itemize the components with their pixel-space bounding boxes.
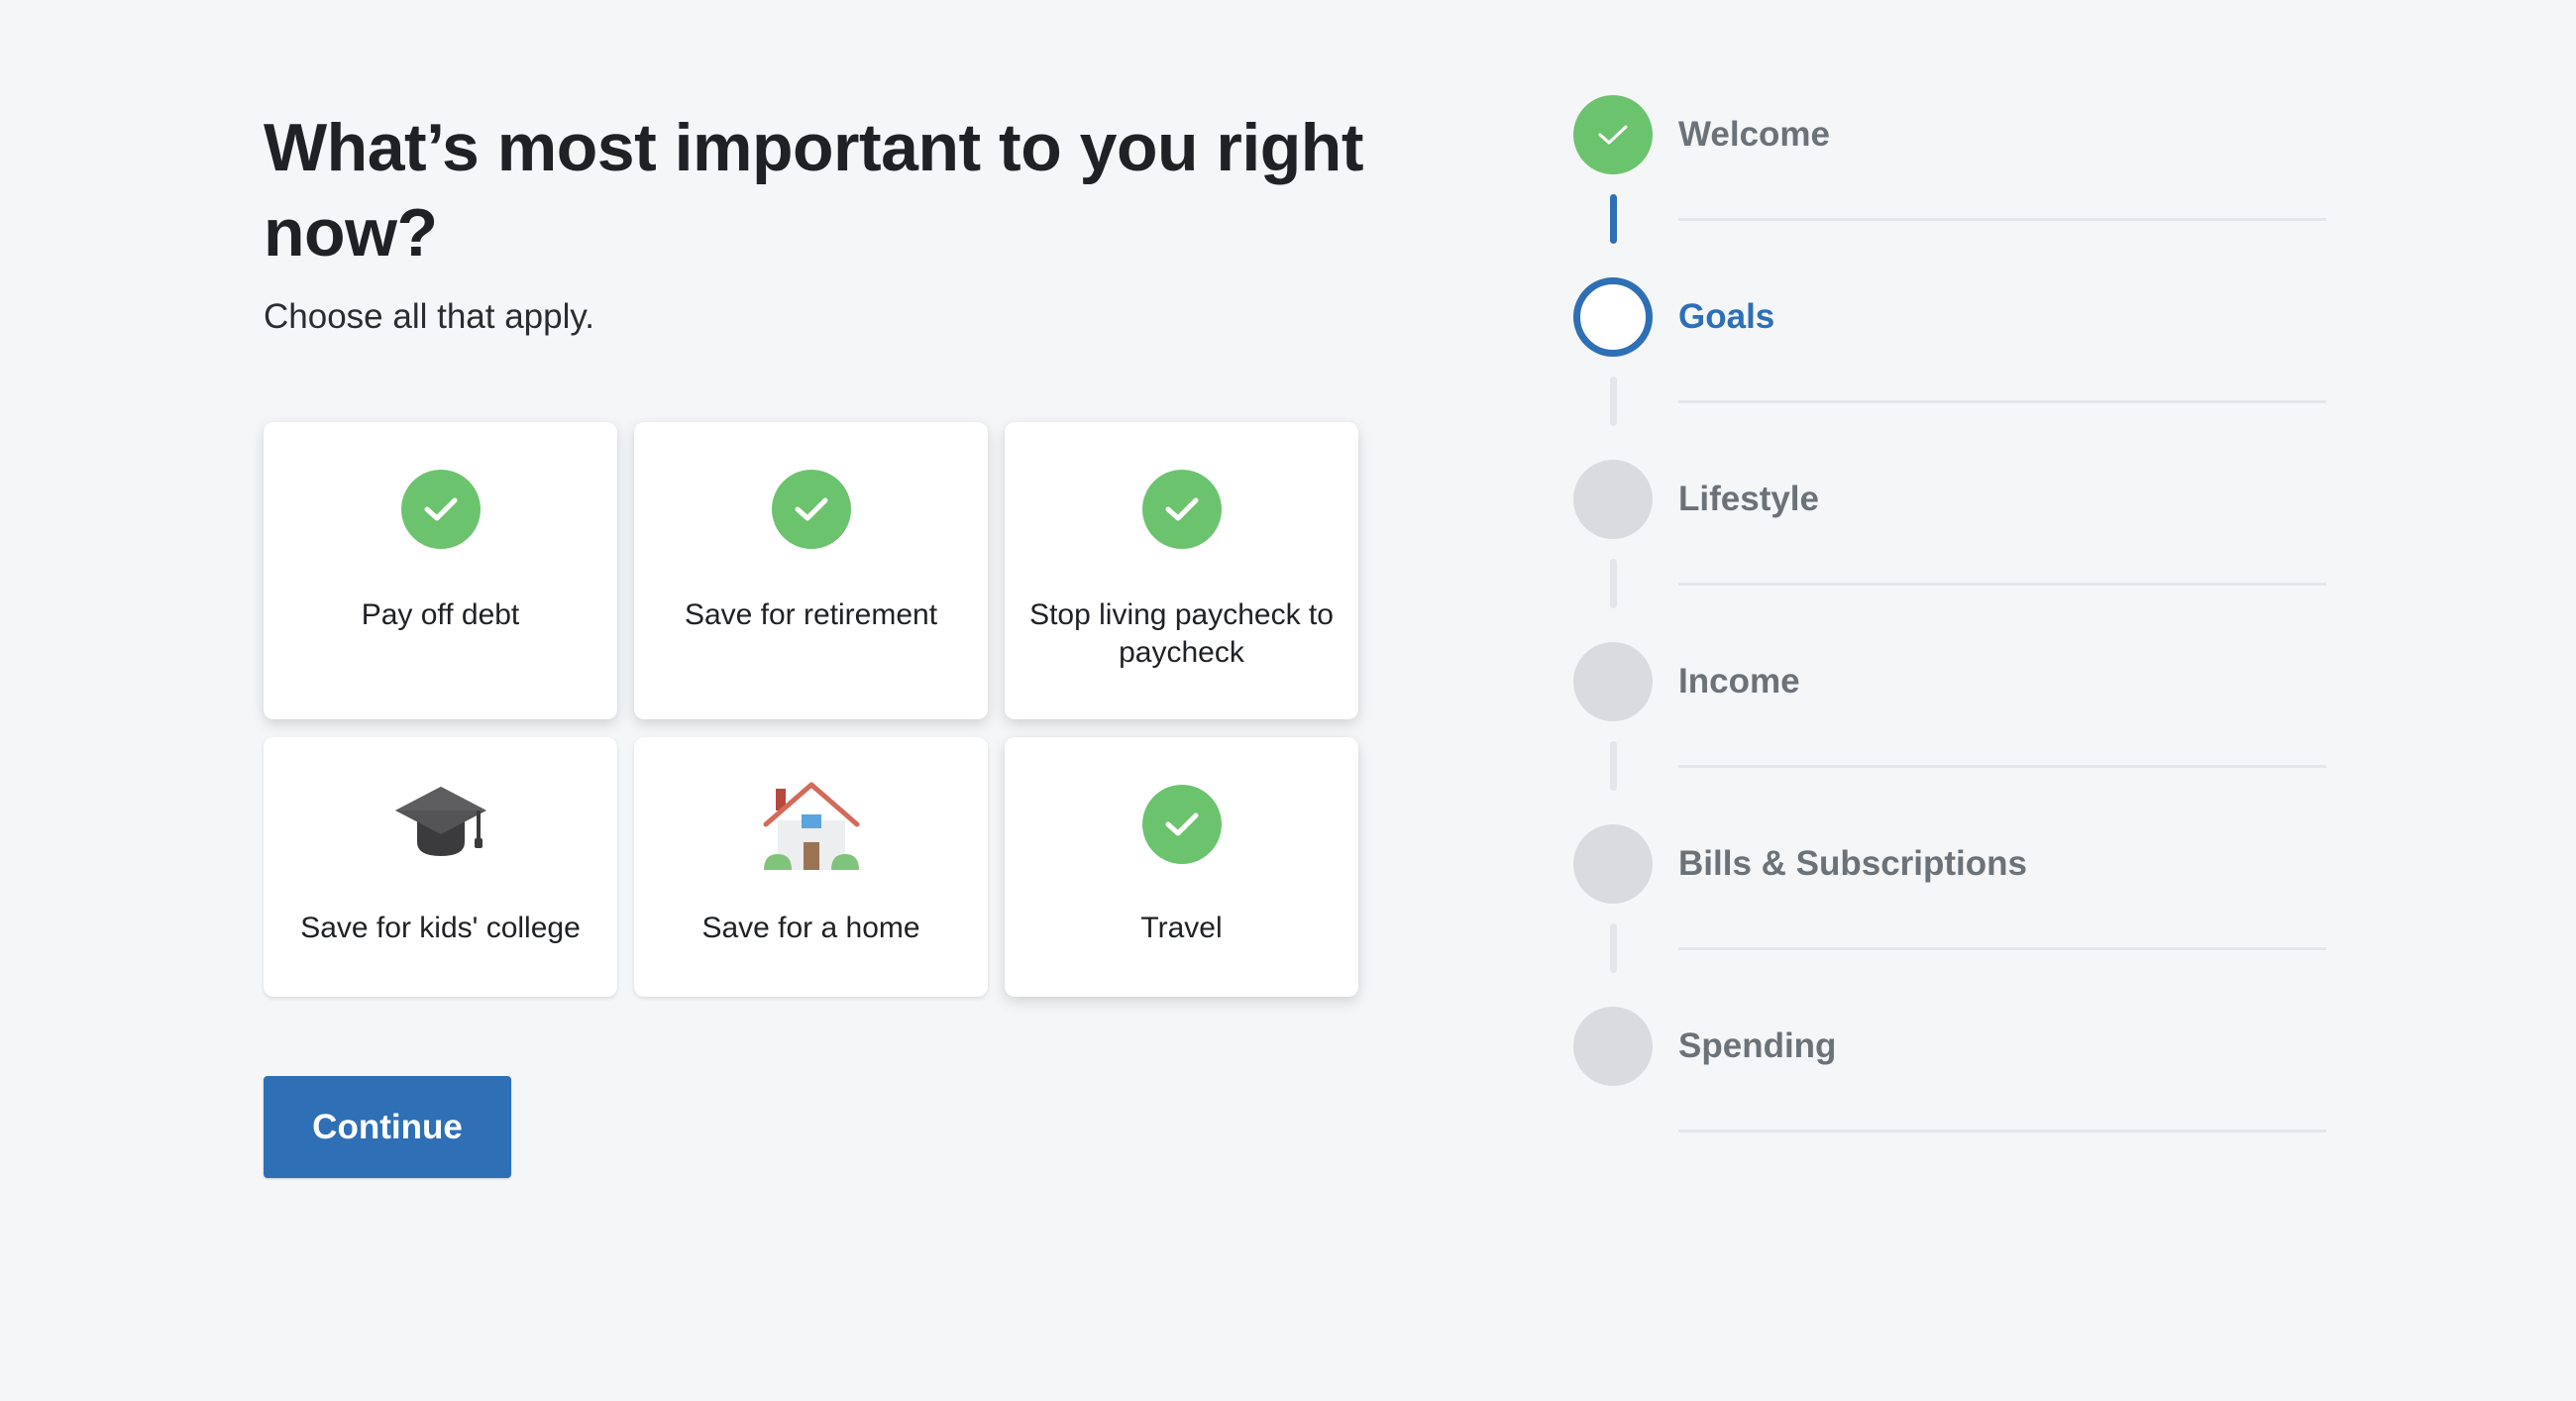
step-upcoming-circle-icon bbox=[1573, 1007, 1653, 1086]
goal-card-pay-off-debt[interactable]: Pay off debt bbox=[264, 422, 617, 719]
step-upcoming-circle-icon bbox=[1573, 824, 1653, 904]
step-label: Spending bbox=[1678, 1026, 1837, 1065]
graduation-cap-icon bbox=[394, 787, 486, 856]
step-bills-subscriptions: Bills & Subscriptions bbox=[1573, 824, 2326, 1007]
step-connector bbox=[1610, 923, 1617, 973]
step-upcoming-circle-icon bbox=[1573, 642, 1653, 721]
page-subtitle: Choose all that apply. bbox=[264, 297, 595, 336]
divider bbox=[1678, 765, 2326, 768]
goal-label: Save for retirement bbox=[684, 598, 938, 631]
divider bbox=[1678, 947, 2326, 950]
step-upcoming-circle-icon bbox=[1573, 460, 1653, 539]
step-label: Lifestyle bbox=[1678, 480, 1819, 518]
check-icon bbox=[400, 470, 481, 549]
check-icon bbox=[1141, 470, 1222, 549]
divider bbox=[1678, 218, 2326, 221]
step-label: Welcome bbox=[1678, 115, 1831, 154]
step-welcome: Welcome bbox=[1573, 95, 2326, 277]
divider bbox=[1678, 583, 2326, 586]
continue-button[interactable]: Continue bbox=[264, 1076, 511, 1178]
step-label: Goals bbox=[1678, 297, 1775, 336]
step-lifestyle: Lifestyle bbox=[1573, 460, 2326, 642]
goal-label: Save for a home bbox=[701, 912, 920, 944]
step-complete-check-icon bbox=[1573, 95, 1653, 174]
page-title: What’s most important to you right now? bbox=[264, 110, 1363, 270]
goal-label: Pay off debt bbox=[361, 598, 520, 631]
goal-card-save-for-kids-college[interactable]: Save for kids' college bbox=[264, 737, 617, 997]
step-label: Bills & Subscriptions bbox=[1678, 844, 2027, 883]
step-connector bbox=[1610, 741, 1617, 791]
goal-label: Stop living paycheck to paycheck bbox=[1029, 598, 1334, 669]
step-goals: Goals bbox=[1573, 277, 2326, 460]
step-current-circle-icon bbox=[1573, 277, 1653, 357]
step-label: Income bbox=[1678, 662, 1800, 700]
step-connector bbox=[1610, 194, 1617, 244]
divider bbox=[1678, 1130, 2326, 1132]
goal-label: Travel bbox=[1140, 912, 1223, 944]
divider bbox=[1678, 400, 2326, 403]
goal-card-save-for-retirement[interactable]: Save for retirement bbox=[634, 422, 988, 719]
check-icon bbox=[771, 470, 851, 549]
house-icon bbox=[763, 782, 859, 870]
goal-card-travel[interactable]: Travel bbox=[1005, 737, 1358, 997]
step-income: Income bbox=[1573, 642, 2326, 824]
step-spending: Spending bbox=[1573, 1007, 2326, 1189]
goal-card-save-for-a-home[interactable]: Save for a home bbox=[634, 737, 988, 997]
progress-stepper: Welcome Goals Lifestyle Income Bills & S… bbox=[1573, 0, 2326, 1189]
step-connector bbox=[1610, 377, 1617, 426]
step-connector bbox=[1610, 559, 1617, 608]
check-icon bbox=[1141, 785, 1222, 864]
goal-label: Save for kids' college bbox=[300, 912, 581, 944]
goal-card-stop-living-paycheck[interactable]: Stop living paycheck to paycheck bbox=[1005, 422, 1358, 719]
